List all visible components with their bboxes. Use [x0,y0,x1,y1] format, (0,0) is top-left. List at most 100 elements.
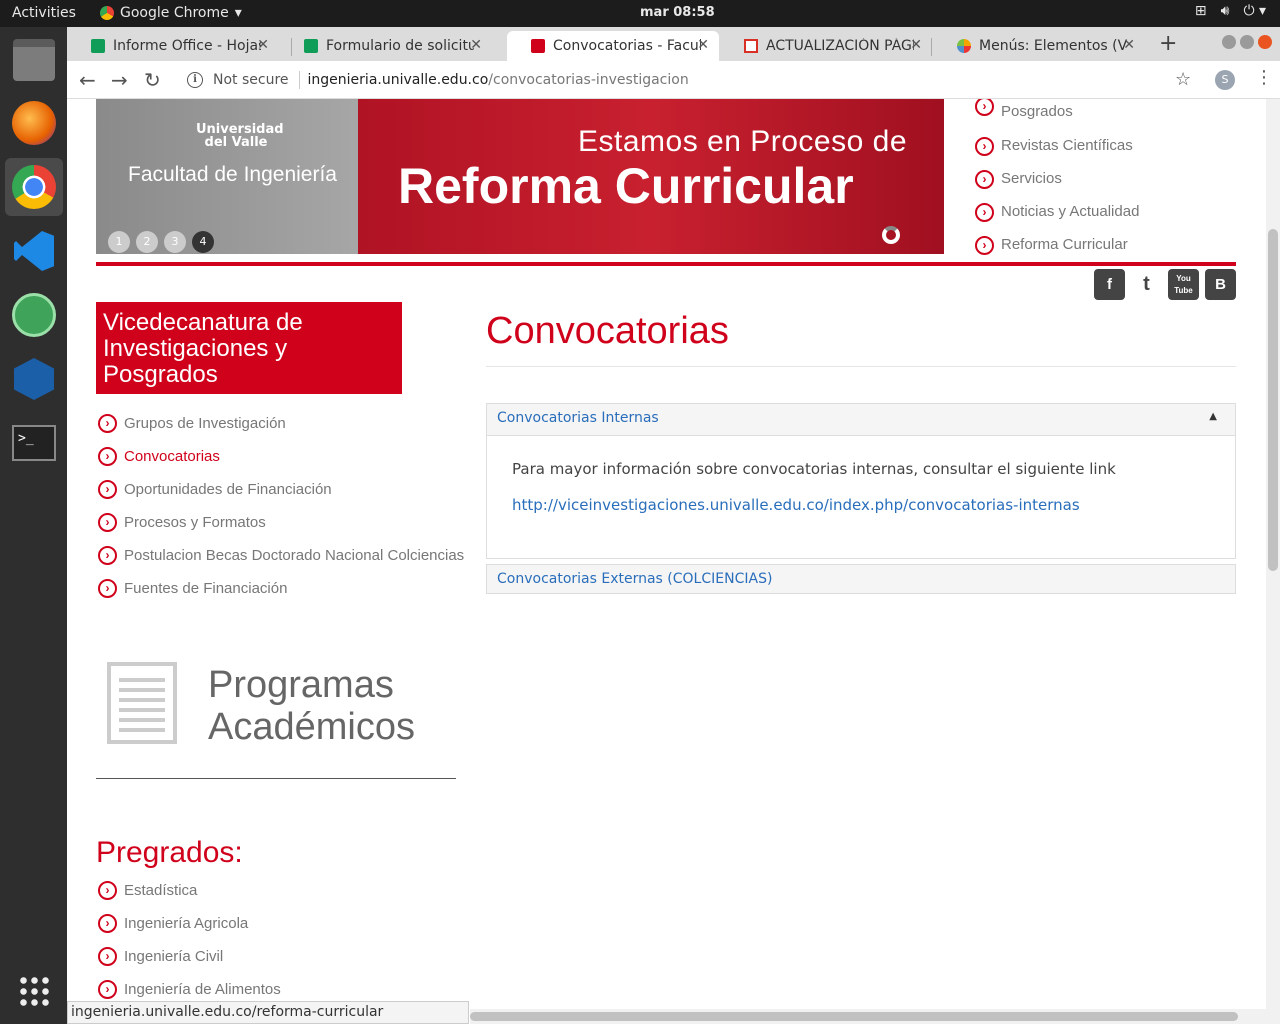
close-icon[interactable]: ✕ [257,37,269,53]
accordion-label: Convocatorias Externas (COLCIENCIAS) [497,571,773,587]
clock[interactable]: mar 08:58 [640,5,715,20]
dock-show-apps[interactable] [5,962,63,1020]
tab-actualizacion[interactable]: ACTUALIZACIÓN PÁGINA ✕ [720,31,932,61]
header-divider [96,262,1236,266]
caret-up-icon: ▲ [1209,411,1217,422]
slider-dot[interactable]: 2 [136,231,158,253]
minimize-icon[interactable] [1222,35,1236,49]
vertical-scrollbar[interactable] [1266,99,1280,1024]
address-bar[interactable]: i Not secure ingenieria.univalle.edu.co … [175,65,1205,95]
slider-dot[interactable]: 3 [164,231,186,253]
page-viewport: Universidad del Valle Facultad de Ingeni… [67,99,1266,1009]
loading-spinner-icon [882,226,900,244]
activities-button[interactable]: Activities [12,5,76,21]
tab-title: Convocatorias - Facultad [553,38,701,54]
faculty-name: Facultad de Ingeniería [128,163,337,186]
close-icon[interactable]: ✕ [697,37,709,53]
dock-virtualbox[interactable] [5,350,63,408]
tab-title: Formulario de solicitud [326,38,474,54]
chevron-right-icon: › [98,881,117,900]
chevron-right-icon: › [98,513,117,532]
forward-icon[interactable]: → [111,68,128,92]
dock-atom[interactable] [5,286,63,344]
url-path: /convocatorias-investigacion [488,72,689,88]
sidebar-title-box: Vicedecanatura de Investigaciones y Posg… [96,302,402,394]
accordion-body: Para mayor información sobre convocatori… [487,436,1235,538]
scrollbar-thumb[interactable] [470,1012,1238,1021]
atom-icon [12,293,56,337]
close-window-icon[interactable] [1258,35,1272,49]
hero-banner[interactable]: Universidad del Valle Facultad de Ingeni… [96,99,944,254]
pregrado-item[interactable]: › Ingeniería Agricola [98,914,248,933]
accordion-internas: Convocatorias Internas ▲ Para mayor info… [486,403,1236,559]
pregrado-item[interactable]: › Estadística [98,881,197,900]
link-status-bar: ingenieria.univalle.edu.co/reforma-curri… [67,1001,469,1024]
divider [298,71,300,89]
sidebar-item-oportunidades[interactable]: › Oportunidades de Financiación [98,480,332,499]
reload-icon[interactable]: ↻ [144,68,161,92]
close-icon[interactable]: ✕ [910,37,922,53]
dock-chrome[interactable] [5,158,63,216]
pregrado-label: Estadística [124,882,198,899]
close-icon[interactable]: ✕ [470,37,482,53]
menu-label: Noticias y Actualidad [1001,203,1140,220]
bookmark-star-icon[interactable]: ☆ [1175,69,1191,90]
app-menu[interactable]: Google Chrome ▾ [100,5,242,21]
slider-dot-active[interactable]: 4 [192,231,214,253]
maximize-icon[interactable] [1240,35,1254,49]
avatar[interactable]: S [1215,70,1235,90]
network-icon[interactable]: ⊞ [1195,3,1207,19]
dock-files[interactable] [5,31,63,89]
top-menu-item-servicios[interactable]: › Servicios [975,170,1062,189]
sidebar-item-label: Grupos de Investigación [124,415,286,432]
chevron-right-icon: › [98,947,117,966]
scrollbar-thumb[interactable] [1268,229,1278,571]
accordion-header-internas[interactable]: Convocatorias Internas ▲ [487,404,1235,436]
power-icon[interactable]: ⏻ ▾ [1243,3,1266,19]
sidebar-item-procesos[interactable]: › Procesos y Formatos [98,513,266,532]
tab-title: Informe Office - Hojas [113,38,261,54]
horizontal-scrollbar[interactable] [470,1009,1266,1024]
top-menu-item-reforma[interactable]: › Reforma Curricular [975,236,1128,255]
convocatorias-internas-link[interactable]: http://viceinvestigaciones.univalle.edu.… [512,496,1210,514]
url-host: ingenieria.univalle.edu.co [307,72,489,88]
sidebar-item-label: Oportunidades de Financiación [124,481,332,498]
dock-firefox[interactable] [5,94,63,152]
accordion-label: Convocatorias Internas [497,410,659,426]
back-icon[interactable]: ← [79,68,96,92]
twitter-icon[interactable]: t [1131,269,1162,300]
accordion-header-externas[interactable]: Convocatorias Externas (COLCIENCIAS) [486,564,1236,594]
chevron-right-icon: › [98,579,117,598]
new-tab-button[interactable]: + [1159,31,1177,56]
dock-terminal[interactable]: >_ [5,414,63,472]
pregrado-item[interactable]: › Ingeniería Civil [98,947,223,966]
tab-formulario[interactable]: Formulario de solicitud ✕ [280,31,492,61]
blogger-icon[interactable]: B [1205,269,1236,300]
tab-menus[interactable]: Menús: Elementos (Vi ✕ [933,31,1145,61]
chevron-right-icon: › [98,980,117,999]
pregrado-label: Ingeniería Civil [124,948,224,965]
sidebar-item-grupos[interactable]: › Grupos de Investigación [98,414,286,433]
youtube-icon[interactable]: You Tube [1168,269,1199,300]
sidebar-item-becas[interactable]: › Postulacion Becas Doctorado Nacional C… [98,546,464,565]
app-name: Google Chrome [120,5,229,21]
pregrado-item[interactable]: › Ingeniería de Alimentos [98,980,281,999]
top-menu-item-noticias[interactable]: › Noticias y Actualidad [975,203,1139,222]
close-icon[interactable]: ✕ [1123,37,1135,53]
slider-dot[interactable]: 1 [108,231,130,253]
top-menu-item-posgrados[interactable]: › Posgrados [975,99,1073,120]
sidebar-item-convocatorias[interactable]: › Convocatorias [98,447,220,466]
dock-vscode[interactable] [5,222,63,280]
top-menu-item-revistas[interactable]: › Revistas Científicas [975,137,1133,156]
menu-icon[interactable]: ⋮ [1255,67,1273,88]
info-icon[interactable]: i [187,72,203,88]
sidebar-item-fuentes[interactable]: › Fuentes de Financiación [98,579,287,598]
tab-convocatorias[interactable]: Convocatorias - Facultad ✕ [507,31,719,61]
system-tray[interactable]: ⊞ 🔊︎ ⏻ ▾ [1195,3,1266,19]
banner-headline-1: Estamos en Proceso de [578,125,908,158]
social-links: f t You Tube B [1094,269,1236,300]
virtualbox-icon [14,358,54,400]
volume-icon[interactable]: 🔊︎ [1221,3,1230,19]
tab-informe[interactable]: Informe Office - Hojas ✕ [67,31,279,61]
facebook-icon[interactable]: f [1094,269,1125,300]
